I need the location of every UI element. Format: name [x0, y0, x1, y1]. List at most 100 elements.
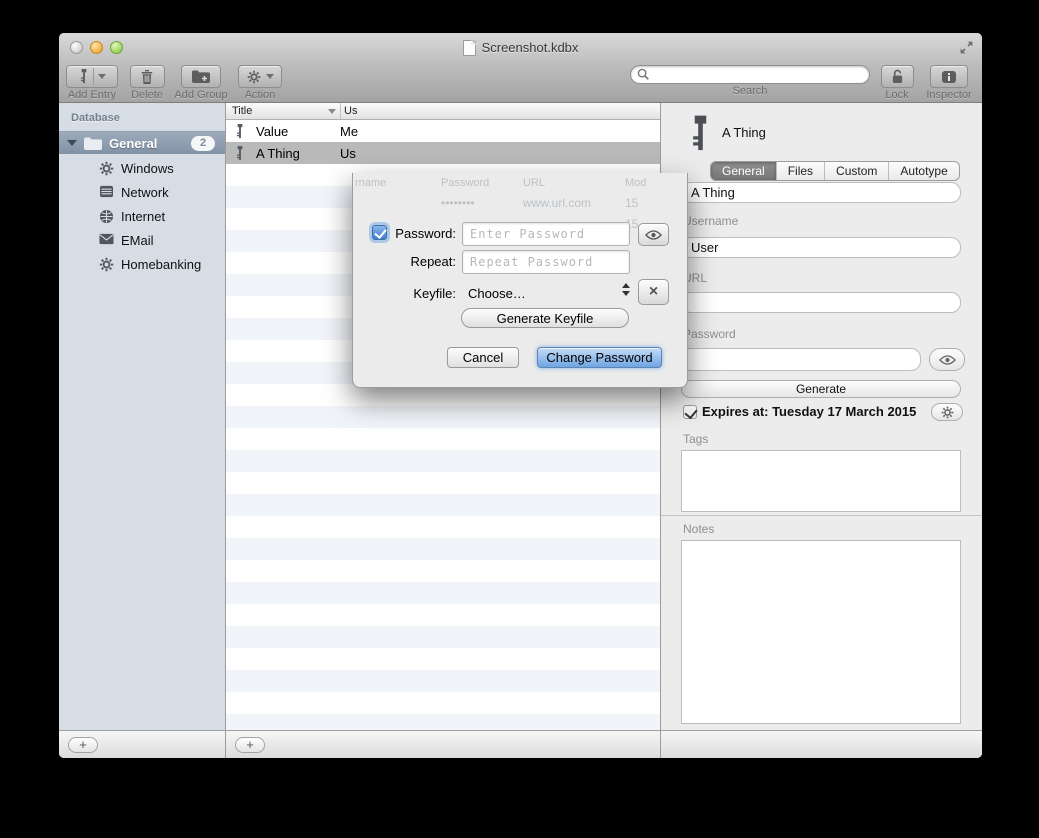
sidebar-item-network[interactable]: Network	[59, 180, 225, 204]
lock-label: Lock	[879, 89, 915, 101]
clear-keyfile-button[interactable]: ×	[638, 279, 669, 305]
password-sheet-label: Password:	[356, 226, 456, 241]
gear-icon	[99, 257, 114, 272]
content-area: Database General 2 Windows Network	[59, 103, 982, 758]
key-icon	[235, 124, 246, 139]
reveal-password-button[interactable]	[638, 223, 669, 246]
tab-autotype[interactable]: Autotype	[889, 162, 958, 180]
expires-label: Expires at: Tuesday 17 March 2015	[702, 404, 916, 419]
inspector-panel: A Thing General Files Custom Autotype Us…	[660, 103, 982, 758]
info-icon	[941, 70, 957, 84]
delete-button[interactable]	[130, 65, 165, 88]
unlock-icon	[891, 69, 904, 84]
group-count-badge: 2	[191, 136, 215, 151]
key-icon	[235, 146, 246, 161]
entry-row-a-thing-selected[interactable]: A Thing Us	[226, 142, 660, 164]
sidebar-item-email[interactable]: EMail	[59, 228, 225, 252]
trash-icon	[141, 70, 153, 84]
disclosure-triangle-icon[interactable]	[67, 140, 77, 146]
inspector-bottom-bar	[661, 730, 982, 758]
action-label: Action	[237, 89, 283, 101]
sidebar-item-homebanking[interactable]: Homebanking	[59, 252, 225, 276]
delete-label: Delete	[129, 89, 165, 101]
add-entry-plus-button[interactable]: +	[235, 737, 265, 753]
ghost-column-modified: Mod	[625, 177, 646, 189]
fullscreen-icon[interactable]	[959, 40, 974, 55]
eye-icon	[939, 355, 956, 365]
tab-general[interactable]: General	[711, 162, 777, 180]
inspector-entry-title: A Thing	[722, 125, 766, 140]
ghost-password-dots: ••••••••	[441, 196, 475, 210]
column-header-title[interactable]: Title	[232, 105, 252, 117]
column-header-username[interactable]: Us	[344, 105, 357, 117]
add-group-button[interactable]	[181, 65, 221, 88]
ghost-column-url: URL	[523, 177, 545, 189]
inspector-button[interactable]	[930, 65, 968, 88]
add-group-label: Add Group	[172, 89, 230, 101]
show-password-button[interactable]	[929, 348, 965, 371]
stepper-icon[interactable]	[622, 283, 630, 296]
tags-label: Tags	[683, 432, 708, 446]
action-button[interactable]	[238, 65, 282, 88]
keyfile-popup[interactable]: Choose…	[468, 286, 526, 301]
toolbar: Add Entry Delete Add Group	[59, 62, 982, 103]
notes-label: Notes	[683, 522, 714, 536]
ghost-column-username: rname	[355, 177, 386, 189]
key-icon	[79, 69, 89, 84]
gear-icon	[99, 161, 114, 176]
sidebar: Database General 2 Windows Network	[59, 103, 226, 758]
repeat-input[interactable]	[462, 250, 630, 274]
lock-button[interactable]	[881, 65, 914, 88]
entry-title: A Thing	[256, 146, 340, 161]
title-field[interactable]	[681, 182, 961, 203]
cancel-button[interactable]: Cancel	[447, 347, 519, 368]
close-icon: ×	[649, 284, 658, 300]
add-group-plus-button[interactable]: +	[68, 737, 98, 753]
sidebar-group-label: General	[109, 136, 191, 151]
sidebar-item-internet[interactable]: Internet	[59, 204, 225, 228]
generate-keyfile-button[interactable]: Generate Keyfile	[461, 308, 629, 328]
add-entry-label: Add Entry	[66, 89, 118, 101]
search-icon	[637, 68, 650, 81]
password-input[interactable]	[462, 222, 630, 246]
gear-icon	[247, 70, 261, 84]
sidebar-group-general[interactable]: General 2	[59, 131, 225, 154]
change-password-button[interactable]: Change Password	[537, 347, 662, 368]
inspector-label: Inspector	[922, 89, 976, 101]
tab-files[interactable]: Files	[777, 162, 825, 180]
sidebar-item-windows[interactable]: Windows	[59, 156, 225, 180]
ghost-modified-value: 15	[625, 196, 638, 210]
password-field[interactable]	[681, 348, 921, 371]
chevron-down-icon	[266, 74, 274, 79]
search-field[interactable]	[630, 65, 870, 84]
gear-icon	[941, 406, 954, 419]
search-input[interactable]	[650, 67, 869, 82]
tags-field[interactable]	[681, 450, 961, 512]
add-entry-button[interactable]	[66, 65, 118, 88]
tab-custom[interactable]: Custom	[825, 162, 889, 180]
entry-title: Value	[256, 124, 340, 139]
expires-options-button[interactable]	[931, 403, 963, 421]
username-label: Username	[683, 214, 738, 228]
title-bar: Screenshot.kdbx	[59, 33, 982, 62]
username-field[interactable]	[681, 237, 961, 258]
sidebar-bottom-bar: +	[59, 730, 225, 758]
list-header[interactable]: Title Us	[226, 103, 660, 120]
search-label: Search	[630, 85, 870, 97]
entry-row-value[interactable]: Value Me	[226, 120, 660, 142]
sidebar-item-label: Internet	[121, 209, 165, 224]
notes-field[interactable]	[681, 540, 961, 724]
repeat-label: Repeat:	[356, 254, 456, 269]
key-icon	[689, 115, 712, 153]
envelope-icon	[99, 233, 114, 248]
window-title: Screenshot.kdbx	[482, 40, 579, 55]
eye-icon	[645, 230, 662, 240]
inspector-tabs: General Files Custom Autotype	[710, 161, 960, 181]
chevron-down-icon	[98, 74, 106, 79]
generate-password-button[interactable]: Generate	[681, 380, 961, 398]
entry-username: Me	[340, 124, 358, 139]
sidebar-section-header: Database	[71, 112, 120, 124]
section-divider	[661, 515, 982, 516]
expires-checkbox[interactable]	[683, 405, 697, 419]
url-field[interactable]	[681, 292, 961, 313]
